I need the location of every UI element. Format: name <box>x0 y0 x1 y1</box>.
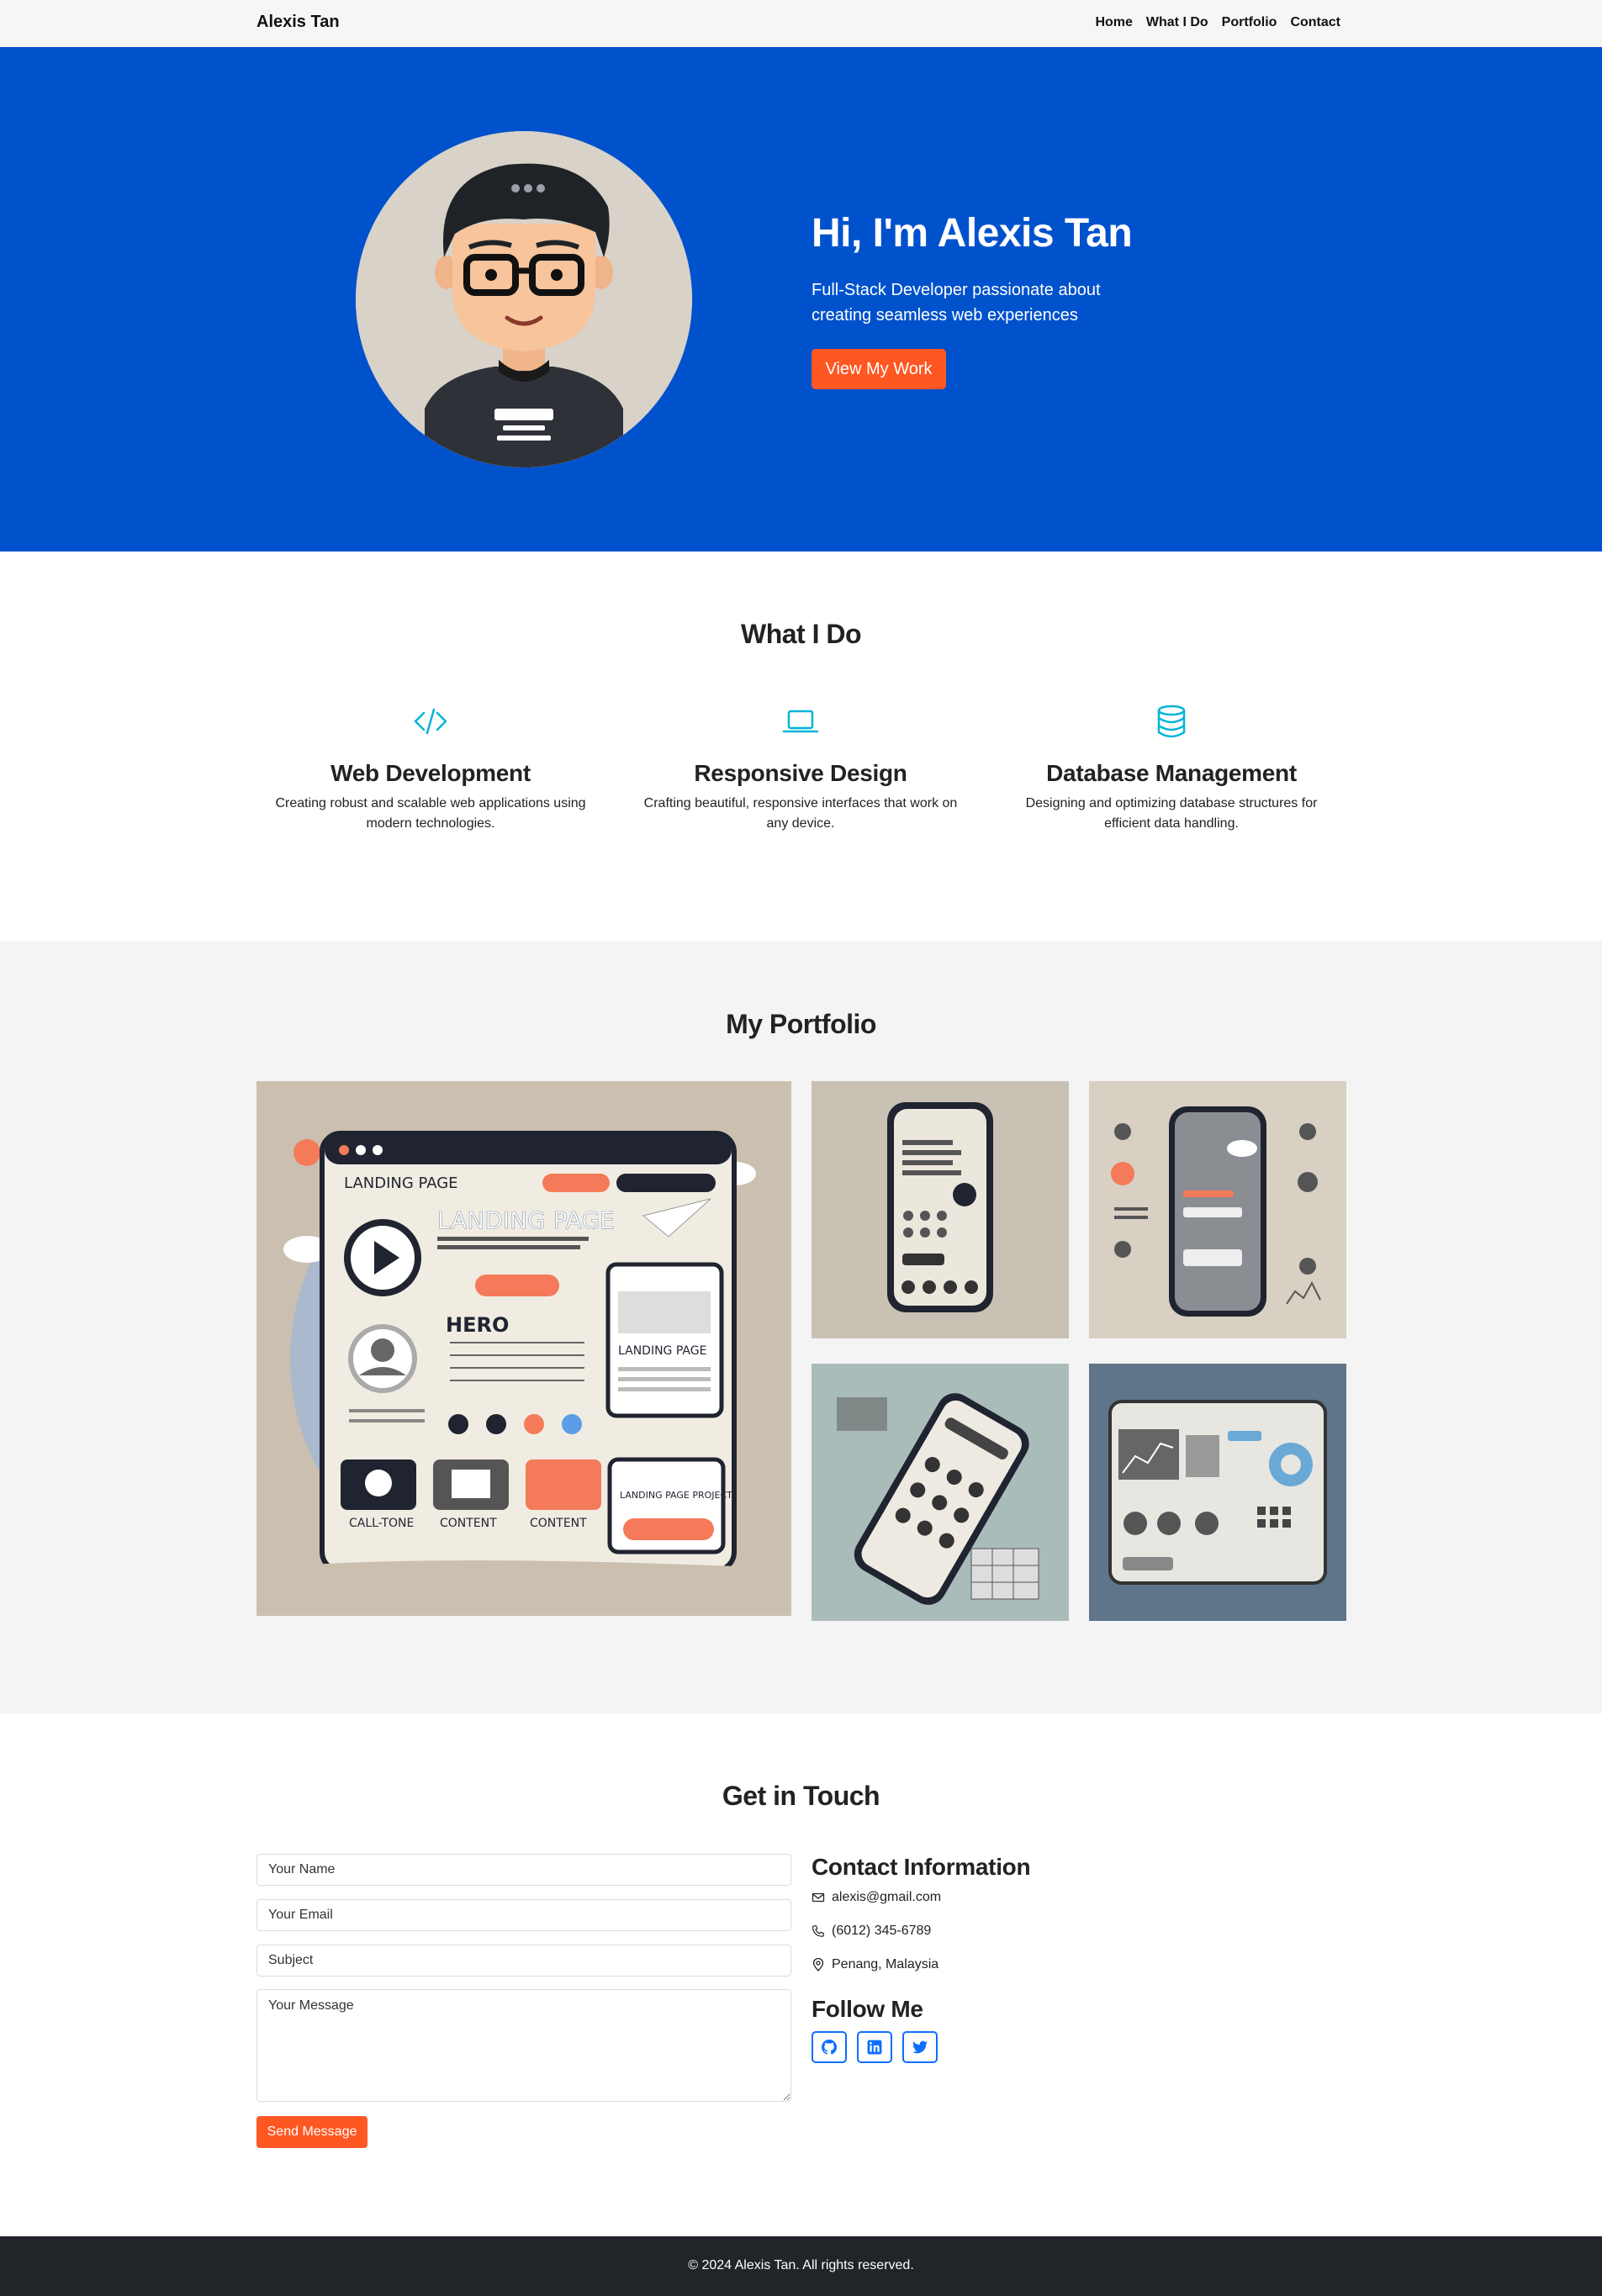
database-icon <box>1157 705 1186 738</box>
brand-logo[interactable]: Alexis Tan <box>256 13 340 32</box>
mockup-text: CONTENT <box>440 1517 497 1530</box>
developer-avatar-illustration <box>356 131 692 467</box>
github-icon <box>822 2040 837 2055</box>
code-icon <box>414 708 447 735</box>
view-my-work-button[interactable]: View My Work <box>812 349 946 389</box>
service-description: Crafting beautiful, responsive interface… <box>643 796 958 831</box>
hero-subtitle: Full-Stack Developer passionate about cr… <box>812 281 1101 325</box>
subject-input[interactable] <box>256 1945 791 1977</box>
services-title: What I Do <box>740 619 862 649</box>
portfolio-item-mobile-app-1[interactable] <box>812 1081 1069 1338</box>
mockup-text: LANDING PAGE <box>618 1344 706 1358</box>
copyright-text: © 2024 Alexis Tan. All rights reserved. <box>688 2258 914 2272</box>
email-input[interactable] <box>256 1899 791 1931</box>
phone-icon <box>812 1925 824 1937</box>
contact-phone: (6012) 345-6789 <box>832 1924 932 1938</box>
services-section: What I Do Web Development Creating robus… <box>0 552 1602 942</box>
service-description: Designing and optimizing database struct… <box>1025 796 1318 831</box>
portfolio-title: My Portfolio <box>726 1009 876 1039</box>
contact-title: Get in Touch <box>722 1781 880 1811</box>
nav-menu: Home What I Do Portfolio Contact <box>1095 15 1340 30</box>
service-title: Database Management <box>1046 760 1297 786</box>
github-button[interactable] <box>812 2031 847 2063</box>
navbar: Alexis Tan Home What I Do Portfolio Cont… <box>0 0 1602 47</box>
contact-location: Penang, Malaysia <box>832 1957 939 1971</box>
contact-section: Get in Touch <box>0 1713 1602 2236</box>
service-card-responsive-design: Responsive Design Crafting beautiful, re… <box>624 701 977 834</box>
mockup-text: LANDING PAGE PROJECT <box>620 1490 732 1501</box>
nav-link-contact[interactable]: Contact <box>1290 15 1340 30</box>
location-pin-icon <box>812 1958 824 1971</box>
send-message-button[interactable]: Send Message <box>256 2116 367 2148</box>
linkedin-button[interactable] <box>857 2031 892 2063</box>
name-input[interactable] <box>256 1854 791 1886</box>
hero-title: Hi, I'm Alexis Tan <box>812 211 1133 256</box>
contact-phone-row: (6012) 345-6789 <box>812 1924 931 1939</box>
portfolio-section: My Portfolio LANDING PAGE LANDING PAGE L… <box>0 942 1602 1713</box>
follow-me-title: Follow Me <box>812 1996 923 2022</box>
laptop-icon <box>782 710 819 733</box>
nav-link-portfolio[interactable]: Portfolio <box>1222 15 1277 30</box>
service-title: Responsive Design <box>694 760 907 786</box>
hero-section: Hi, I'm Alexis Tan Full-Stack Developer … <box>0 47 1602 552</box>
mockup-text: HERO <box>446 1313 509 1337</box>
twitter-button[interactable] <box>902 2031 938 2063</box>
contact-email[interactable]: alexis@gmail.com <box>832 1890 941 1905</box>
portfolio-item-landing-page[interactable]: LANDING PAGE LANDING PAGE LANDING PAGE H… <box>256 1081 791 1616</box>
mockup-text: LANDING PAGE <box>344 1174 458 1192</box>
envelope-icon <box>812 1892 825 1903</box>
mockup-text: LANDING PAGE <box>437 1206 615 1234</box>
service-title: Web Development <box>330 760 531 786</box>
nav-link-what-i-do[interactable]: What I Do <box>1146 15 1208 30</box>
contact-email-row: alexis@gmail.com <box>812 1890 941 1905</box>
twitter-icon <box>912 2040 928 2054</box>
linkedin-icon <box>867 2040 882 2055</box>
portfolio-item-mobile-app-2[interactable] <box>1089 1081 1346 1338</box>
contact-information-title: Contact Information <box>812 1854 1031 1880</box>
portfolio-item-mobile-app-3[interactable] <box>812 1364 1069 1621</box>
mockup-text: CONTENT <box>530 1517 587 1530</box>
portfolio-item-dashboard[interactable] <box>1089 1364 1346 1621</box>
service-card-database-management: Database Management Designing and optimi… <box>995 701 1348 834</box>
footer: © 2024 Alexis Tan. All rights reserved. <box>0 2236 1602 2296</box>
message-textarea[interactable] <box>256 1989 791 2102</box>
service-description: Creating robust and scalable web applica… <box>275 796 586 831</box>
service-card-web-development: Web Development Creating robust and scal… <box>254 701 607 834</box>
nav-link-home[interactable]: Home <box>1095 15 1132 30</box>
svg-text:CALL-TONE: CALL-TONE <box>349 1517 414 1530</box>
contact-location-row: Penang, Malaysia <box>812 1957 938 1972</box>
